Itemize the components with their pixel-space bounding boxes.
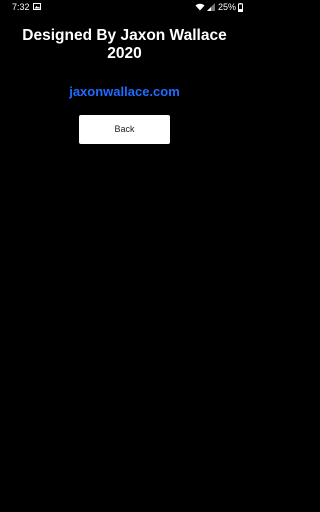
image-icon <box>33 3 41 10</box>
title-line-2: 2020 <box>107 45 142 62</box>
status-time: 7:32 <box>12 2 30 12</box>
title-line-1: Designed By Jaxon Wallace <box>22 27 227 44</box>
status-bar: 7:32 25% <box>0 0 249 14</box>
battery-percentage: 25% <box>217 2 236 12</box>
page-title: Designed By Jaxon Wallace 2020 <box>0 27 249 63</box>
wifi-icon <box>195 3 205 11</box>
website-link[interactable]: jaxonwallace.com <box>0 84 249 100</box>
status-right-group: 25% <box>195 2 243 12</box>
signal-icon <box>206 3 215 11</box>
back-button[interactable]: Back <box>79 115 170 144</box>
battery-icon <box>238 2 243 12</box>
